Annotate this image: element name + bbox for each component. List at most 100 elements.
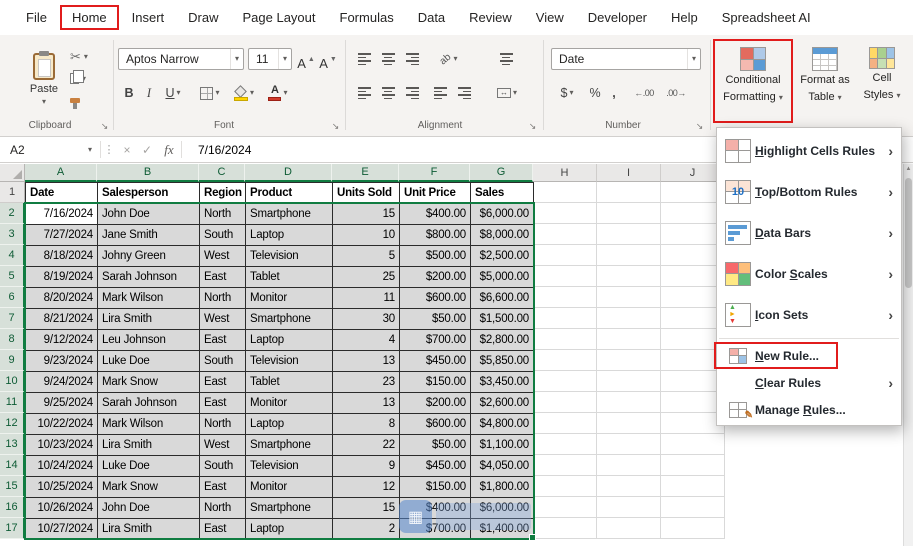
align-right-button[interactable] <box>402 82 422 104</box>
chevron-down-icon[interactable]: ▾ <box>686 49 700 69</box>
tab-help[interactable]: Help <box>659 5 710 30</box>
tab-spreadsheet-ai[interactable]: Spreadsheet AI <box>710 5 823 30</box>
tab-insert[interactable]: Insert <box>120 5 177 30</box>
wrap-text-button[interactable] <box>496 48 516 70</box>
cell-F6[interactable]: $600.00 <box>400 288 471 309</box>
alignment-dialog-launcher[interactable]: ↘ <box>527 121 538 132</box>
cell-A14[interactable]: 10/24/2024 <box>26 456 98 477</box>
column-header-E[interactable]: E <box>332 164 399 182</box>
cell-G11[interactable]: $2,600.00 <box>471 393 534 414</box>
cell-C7[interactable]: West <box>200 309 246 330</box>
borders-button[interactable]: ▾ <box>196 82 224 104</box>
cell-C14[interactable]: South <box>200 456 246 477</box>
cell-F13[interactable]: $50.00 <box>400 435 471 456</box>
cell-F5[interactable]: $200.00 <box>400 267 471 288</box>
column-header-D[interactable]: D <box>245 164 332 182</box>
cell-D4[interactable]: Television <box>246 246 333 267</box>
cell-D1[interactable]: Product <box>246 183 333 204</box>
cell-C8[interactable]: East <box>200 330 246 351</box>
cell-E4[interactable]: 5 <box>333 246 400 267</box>
cell-B6[interactable]: Mark Wilson <box>98 288 200 309</box>
menu-item-clear-rules[interactable]: Clear Rules › <box>717 369 901 396</box>
cell-D5[interactable]: Tablet <box>246 267 333 288</box>
row-header-14[interactable]: 14 <box>0 455 25 476</box>
column-header-I[interactable]: I <box>597 164 661 182</box>
cell-styles-button[interactable]: Cell Styles ▾ <box>857 42 907 120</box>
cell-F8[interactable]: $700.00 <box>400 330 471 351</box>
cell-F2[interactable]: $400.00 <box>400 204 471 225</box>
cell-G15[interactable]: $1,800.00 <box>471 477 534 498</box>
scrollbar-thumb[interactable] <box>905 178 912 288</box>
decrease-decimal-button[interactable]: .00→ <box>662 82 690 104</box>
tab-draw[interactable]: Draw <box>176 5 230 30</box>
cell-E15[interactable]: 12 <box>333 477 400 498</box>
font-color-button[interactable]: A ▾ <box>264 82 292 104</box>
tab-formulas[interactable]: Formulas <box>328 5 406 30</box>
cell-E11[interactable]: 13 <box>333 393 400 414</box>
column-header-G[interactable]: G <box>470 164 533 182</box>
scroll-up-arrow-icon[interactable]: ▲ <box>904 166 913 172</box>
increase-decimal-button[interactable]: ←.00 <box>630 82 658 104</box>
cell-A7[interactable]: 8/21/2024 <box>26 309 98 330</box>
cell-F7[interactable]: $50.00 <box>400 309 471 330</box>
cell-E13[interactable]: 22 <box>333 435 400 456</box>
cell-E5[interactable]: 25 <box>333 267 400 288</box>
menu-item-highlight-cells-rules[interactable]: Highlight Cells Rules › <box>717 130 901 171</box>
align-left-button[interactable] <box>354 82 374 104</box>
cell-F1[interactable]: Unit Price <box>400 183 471 204</box>
cell-D17[interactable]: Laptop <box>246 519 333 540</box>
row-header-13[interactable]: 13 <box>0 434 25 455</box>
row-header-3[interactable]: 3 <box>0 224 25 245</box>
cut-button[interactable]: ✂ ▾ <box>70 47 104 66</box>
column-header-C[interactable]: C <box>199 164 245 182</box>
cell-C12[interactable]: North <box>200 414 246 435</box>
cell-D7[interactable]: Smartphone <box>246 309 333 330</box>
cell-A1[interactable]: Date <box>26 183 98 204</box>
cell-B7[interactable]: Lira Smith <box>98 309 200 330</box>
cell-F9[interactable]: $450.00 <box>400 351 471 372</box>
cell-G8[interactable]: $2,800.00 <box>471 330 534 351</box>
cell-G3[interactable]: $8,000.00 <box>471 225 534 246</box>
cell-C13[interactable]: West <box>200 435 246 456</box>
cell-G9[interactable]: $5,850.00 <box>471 351 534 372</box>
cell-E8[interactable]: 4 <box>333 330 400 351</box>
name-box[interactable]: A2 ▾ <box>0 137 100 162</box>
cell-D10[interactable]: Tablet <box>246 372 333 393</box>
tab-view[interactable]: View <box>524 5 576 30</box>
cell-C15[interactable]: East <box>200 477 246 498</box>
tab-review[interactable]: Review <box>457 5 524 30</box>
cell-A15[interactable]: 10/25/2024 <box>26 477 98 498</box>
row-header-9[interactable]: 9 <box>0 350 25 371</box>
cell-E6[interactable]: 11 <box>333 288 400 309</box>
fill-handle[interactable] <box>529 534 536 541</box>
cell-D8[interactable]: Laptop <box>246 330 333 351</box>
cell-C3[interactable]: South <box>200 225 246 246</box>
increase-indent-button[interactable] <box>454 82 474 104</box>
row-header-12[interactable]: 12 <box>0 413 25 434</box>
accounting-format-button[interactable]: $ ▾ <box>554 82 580 104</box>
grow-font-button[interactable]: A ▲ <box>296 48 316 70</box>
font-size-combo[interactable]: 11 ▾ <box>248 48 292 70</box>
cell-A3[interactable]: 7/27/2024 <box>26 225 98 246</box>
cell-B10[interactable]: Mark Snow <box>98 372 200 393</box>
select-all-corner[interactable] <box>0 164 25 182</box>
menu-item-top-bottom-rules[interactable]: 10 Top/Bottom Rules › <box>717 171 901 212</box>
font-dialog-launcher[interactable]: ↘ <box>330 121 341 132</box>
cell-A9[interactable]: 9/23/2024 <box>26 351 98 372</box>
cell-G1[interactable]: Sales <box>471 183 534 204</box>
cell-B11[interactable]: Sarah Johnson <box>98 393 200 414</box>
cancel-button[interactable]: × <box>117 137 137 162</box>
cell-A11[interactable]: 9/25/2024 <box>26 393 98 414</box>
cell-A10[interactable]: 9/24/2024 <box>26 372 98 393</box>
column-header-F[interactable]: F <box>399 164 470 182</box>
number-dialog-launcher[interactable]: ↘ <box>694 121 705 132</box>
column-header-H[interactable]: H <box>533 164 597 182</box>
row-header-7[interactable]: 7 <box>0 308 25 329</box>
cell-B8[interactable]: Leu Johnson <box>98 330 200 351</box>
cell-B2[interactable]: John Doe <box>98 204 200 225</box>
cell-D2[interactable]: Smartphone <box>246 204 333 225</box>
cell-B9[interactable]: Luke Doe <box>98 351 200 372</box>
cell-E10[interactable]: 23 <box>333 372 400 393</box>
cell-C1[interactable]: Region <box>200 183 246 204</box>
cell-E1[interactable]: Units Sold <box>333 183 400 204</box>
